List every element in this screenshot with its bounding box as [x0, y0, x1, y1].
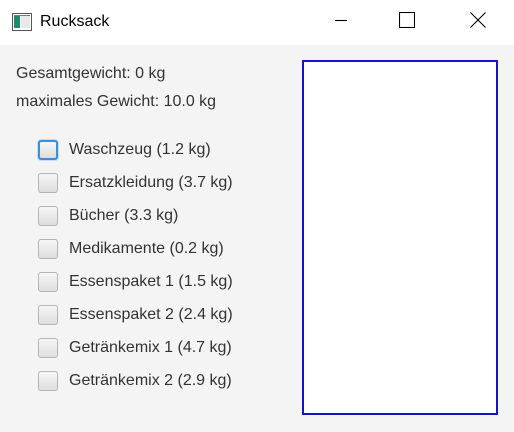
checkbox-label[interactable]: Essenspaket 1 (1.5 kg) — [69, 272, 233, 292]
checkbox-box[interactable] — [38, 239, 58, 259]
checkbox-box[interactable] — [38, 140, 58, 160]
checkbox-box[interactable] — [38, 173, 58, 193]
checkbox-box[interactable] — [38, 206, 58, 226]
title-bar[interactable]: Rucksack — [0, 0, 514, 45]
checkbox-essenspaket-2[interactable]: Essenspaket 2 (2.4 kg) — [38, 302, 233, 328]
checkbox-label[interactable]: Medikamente (0.2 kg) — [69, 239, 224, 259]
rucksack-canvas — [302, 60, 498, 415]
checkbox-essenspaket-1[interactable]: Essenspaket 1 (1.5 kg) — [38, 269, 233, 295]
close-icon — [470, 12, 486, 33]
checkbox-buecher[interactable]: Bücher (3.3 kg) — [38, 203, 178, 229]
checkbox-label[interactable]: Waschzeug (1.2 kg) — [69, 140, 211, 160]
minimize-icon — [334, 13, 348, 32]
checkbox-box[interactable] — [38, 338, 58, 358]
checkbox-ersatzkleidung[interactable]: Ersatzkleidung (3.7 kg) — [38, 170, 233, 196]
checkbox-label[interactable]: Getränkemix 1 (4.7 kg) — [69, 338, 232, 358]
minimize-button[interactable] — [318, 0, 364, 45]
close-button[interactable] — [455, 0, 501, 45]
total-weight-label: Gesamtgewicht: 0 kg — [16, 65, 166, 82]
checkbox-label[interactable]: Bücher (3.3 kg) — [69, 206, 178, 226]
maximize-button[interactable] — [384, 0, 430, 45]
checkbox-waschzeug[interactable]: Waschzeug (1.2 kg) — [38, 137, 211, 163]
checkbox-label[interactable]: Ersatzkleidung (3.7 kg) — [69, 173, 233, 193]
checkbox-getraenkemix-2[interactable]: Getränkemix 2 (2.9 kg) — [38, 368, 232, 394]
java-app-icon — [12, 13, 32, 31]
max-weight-label: maximales Gewicht: 10.0 kg — [16, 93, 217, 110]
checkbox-box[interactable] — [38, 272, 58, 292]
window-title: Rucksack — [40, 13, 110, 30]
checkbox-box[interactable] — [38, 371, 58, 391]
checkbox-label[interactable]: Getränkemix 2 (2.9 kg) — [69, 371, 232, 391]
app-window: Rucksack Gesamtgewicht: 0 kg maximales G… — [0, 0, 514, 432]
content-panel: Gesamtgewicht: 0 kg maximales Gewicht: 1… — [0, 45, 514, 432]
checkbox-box[interactable] — [38, 305, 58, 325]
checkbox-label[interactable]: Essenspaket 2 (2.4 kg) — [69, 305, 233, 325]
checkbox-medikamente[interactable]: Medikamente (0.2 kg) — [38, 236, 224, 262]
maximize-icon — [398, 11, 416, 33]
checkbox-getraenkemix-1[interactable]: Getränkemix 1 (4.7 kg) — [38, 335, 232, 361]
